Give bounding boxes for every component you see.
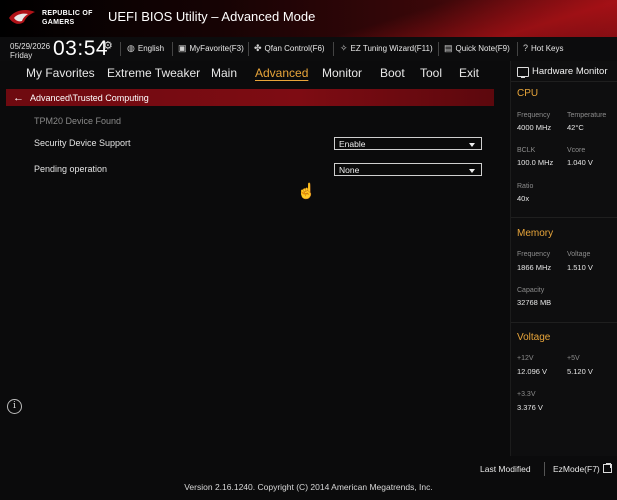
divider (438, 42, 439, 56)
tab-monitor[interactable]: Monitor (322, 66, 362, 80)
logo-line1: REPUBLIC OF (42, 10, 93, 17)
cpu-section-title: CPU (517, 88, 539, 99)
cpu-temperature-value: 42°C (567, 123, 584, 132)
security-device-support-label: Security Device Support (34, 138, 131, 148)
help-icon: ? (523, 43, 529, 53)
hardware-monitor-title: Hardware Monitor (517, 66, 608, 78)
tuning-bulb-icon: ✧ (340, 43, 348, 53)
day-text: Friday (10, 51, 33, 60)
settings-panel: TPM20 Device Found Security Device Suppo… (0, 106, 510, 456)
tab-my-favorites[interactable]: My Favorites (26, 66, 95, 80)
qfan-control-button[interactable]: ✤ Qfan Control(F6) (254, 43, 325, 54)
date-display: 05/29/2026 Friday (10, 42, 50, 60)
cpu-frequency-value: 4000 MHz (517, 123, 552, 132)
v5-label: +5V (567, 355, 580, 362)
tab-exit[interactable]: Exit (459, 66, 479, 80)
memory-frequency-value: 1866 MHz (517, 263, 552, 272)
main-menu: My Favorites Extreme Tweaker Main Advanc… (0, 61, 510, 85)
back-arrow-icon[interactable]: ← (13, 92, 24, 104)
breadcrumb-path: Advanced\Trusted Computing (30, 92, 149, 103)
pending-operation-value: None (339, 165, 360, 175)
v33-label: +3.3V (517, 391, 536, 398)
cpu-temperature-label: Temperature (567, 112, 607, 119)
myfavorite-icon: ▣ (178, 43, 187, 53)
last-modified-button[interactable]: Last Modified (480, 464, 531, 474)
vcore-value: 1.040 V (567, 158, 593, 167)
divider (511, 81, 617, 82)
memory-voltage-value: 1.510 V (567, 263, 593, 272)
info-bar: 05/29/2026 Friday 03:54 ⚙ ◍ English ▣ My… (0, 37, 617, 61)
app-title: UEFI BIOS Utility – Advanced Mode (108, 9, 316, 24)
ezmode-label: EzMode(F7) (553, 464, 600, 474)
security-device-support-value: Enable (339, 139, 366, 149)
pending-operation-select[interactable]: None (334, 163, 482, 176)
ez-tuning-wizard-button[interactable]: ✧ EZ Tuning Wizard(F11) (340, 43, 433, 54)
clock-time: 03:54 (53, 37, 109, 60)
hand-cursor-icon: ☝ (297, 183, 316, 200)
language-button[interactable]: ◍ English (127, 43, 164, 54)
ez-tuning-wizard-label: EZ Tuning Wizard(F11) (350, 44, 433, 53)
pending-operation-label: Pending operation (34, 164, 108, 174)
divider (511, 322, 617, 323)
memory-voltage-label: Voltage (567, 251, 591, 258)
bclk-label: BCLK (517, 147, 536, 154)
v5-value: 5.120 V (567, 367, 593, 376)
hardware-monitor-panel: Hardware Monitor CPU Frequency 4000 MHz … (510, 61, 617, 456)
title-bar: REPUBLIC OF GAMERS UEFI BIOS Utility – A… (0, 0, 617, 37)
exit-arrow-icon (602, 463, 612, 473)
tab-tool[interactable]: Tool (420, 66, 442, 80)
bclk-value: 100.0 MHz (517, 158, 554, 167)
quick-note-button[interactable]: ▤ Quick Note(F9) (444, 43, 510, 54)
memory-section-title: Memory (517, 228, 554, 239)
rog-eye-icon (9, 10, 35, 24)
divider (517, 42, 518, 56)
divider (172, 42, 173, 56)
info-icon[interactable]: i (7, 399, 22, 414)
tab-advanced[interactable]: Advanced (255, 66, 308, 80)
v12-value: 12.096 V (517, 367, 548, 376)
tab-extreme-tweaker[interactable]: Extreme Tweaker (107, 66, 200, 80)
gear-icon[interactable]: ⚙ (103, 39, 113, 52)
breadcrumb: ← Advanced\Trusted Computing (6, 89, 494, 106)
ratio-label: Ratio (517, 183, 534, 190)
voltage-section-title: Voltage (517, 332, 551, 343)
security-device-support-select[interactable]: Enable (334, 137, 482, 150)
quick-note-label: Quick Note(F9) (455, 44, 510, 53)
ezmode-button[interactable]: EzMode(F7) (553, 463, 612, 474)
myfavorite-label: MyFavorite(F3) (189, 44, 244, 53)
chevron-down-icon (469, 169, 475, 173)
qfan-control-label: Qfan Control(F6) (264, 44, 325, 53)
divider (248, 42, 249, 56)
cpu-frequency-label: Frequency (517, 112, 551, 119)
v33-value: 3.376 V (517, 403, 543, 412)
globe-icon: ◍ (127, 43, 135, 53)
divider (333, 42, 334, 56)
version-text: Version 2.16.1240. Copyright (C) 2014 Am… (184, 482, 433, 492)
fan-icon: ✤ (254, 43, 262, 53)
memory-frequency-label: Frequency (517, 251, 551, 258)
myfavorite-button[interactable]: ▣ MyFavorite(F3) (178, 43, 244, 54)
tpm-status-text: TPM20 Device Found (34, 116, 122, 126)
language-label: English (137, 44, 165, 53)
chevron-down-icon (469, 143, 475, 147)
tab-boot[interactable]: Boot (380, 66, 405, 80)
vcore-label: Vcore (567, 147, 586, 154)
hot-keys-label: Hot Keys (531, 43, 564, 53)
note-icon: ▤ (444, 43, 453, 53)
hot-keys-button[interactable]: ? Hot Keys (523, 43, 563, 53)
v12-label: +12V (517, 355, 534, 362)
ratio-value: 40x (517, 194, 530, 203)
rog-logo: REPUBLIC OF GAMERS (8, 6, 98, 32)
footer-bar: Last Modified EzMode(F7) Version 2.16.12… (0, 456, 617, 500)
hardware-monitor-label: Hardware Monitor (532, 66, 608, 77)
capacity-value: 32768 MB (517, 298, 552, 307)
logo-line2: GAMERS (42, 19, 75, 26)
tab-main[interactable]: Main (211, 66, 237, 80)
divider (511, 217, 617, 218)
date-text: 05/29/2026 (10, 42, 51, 51)
divider (120, 42, 121, 56)
divider (544, 462, 545, 476)
monitor-icon (517, 66, 529, 78)
capacity-label: Capacity (517, 287, 545, 294)
